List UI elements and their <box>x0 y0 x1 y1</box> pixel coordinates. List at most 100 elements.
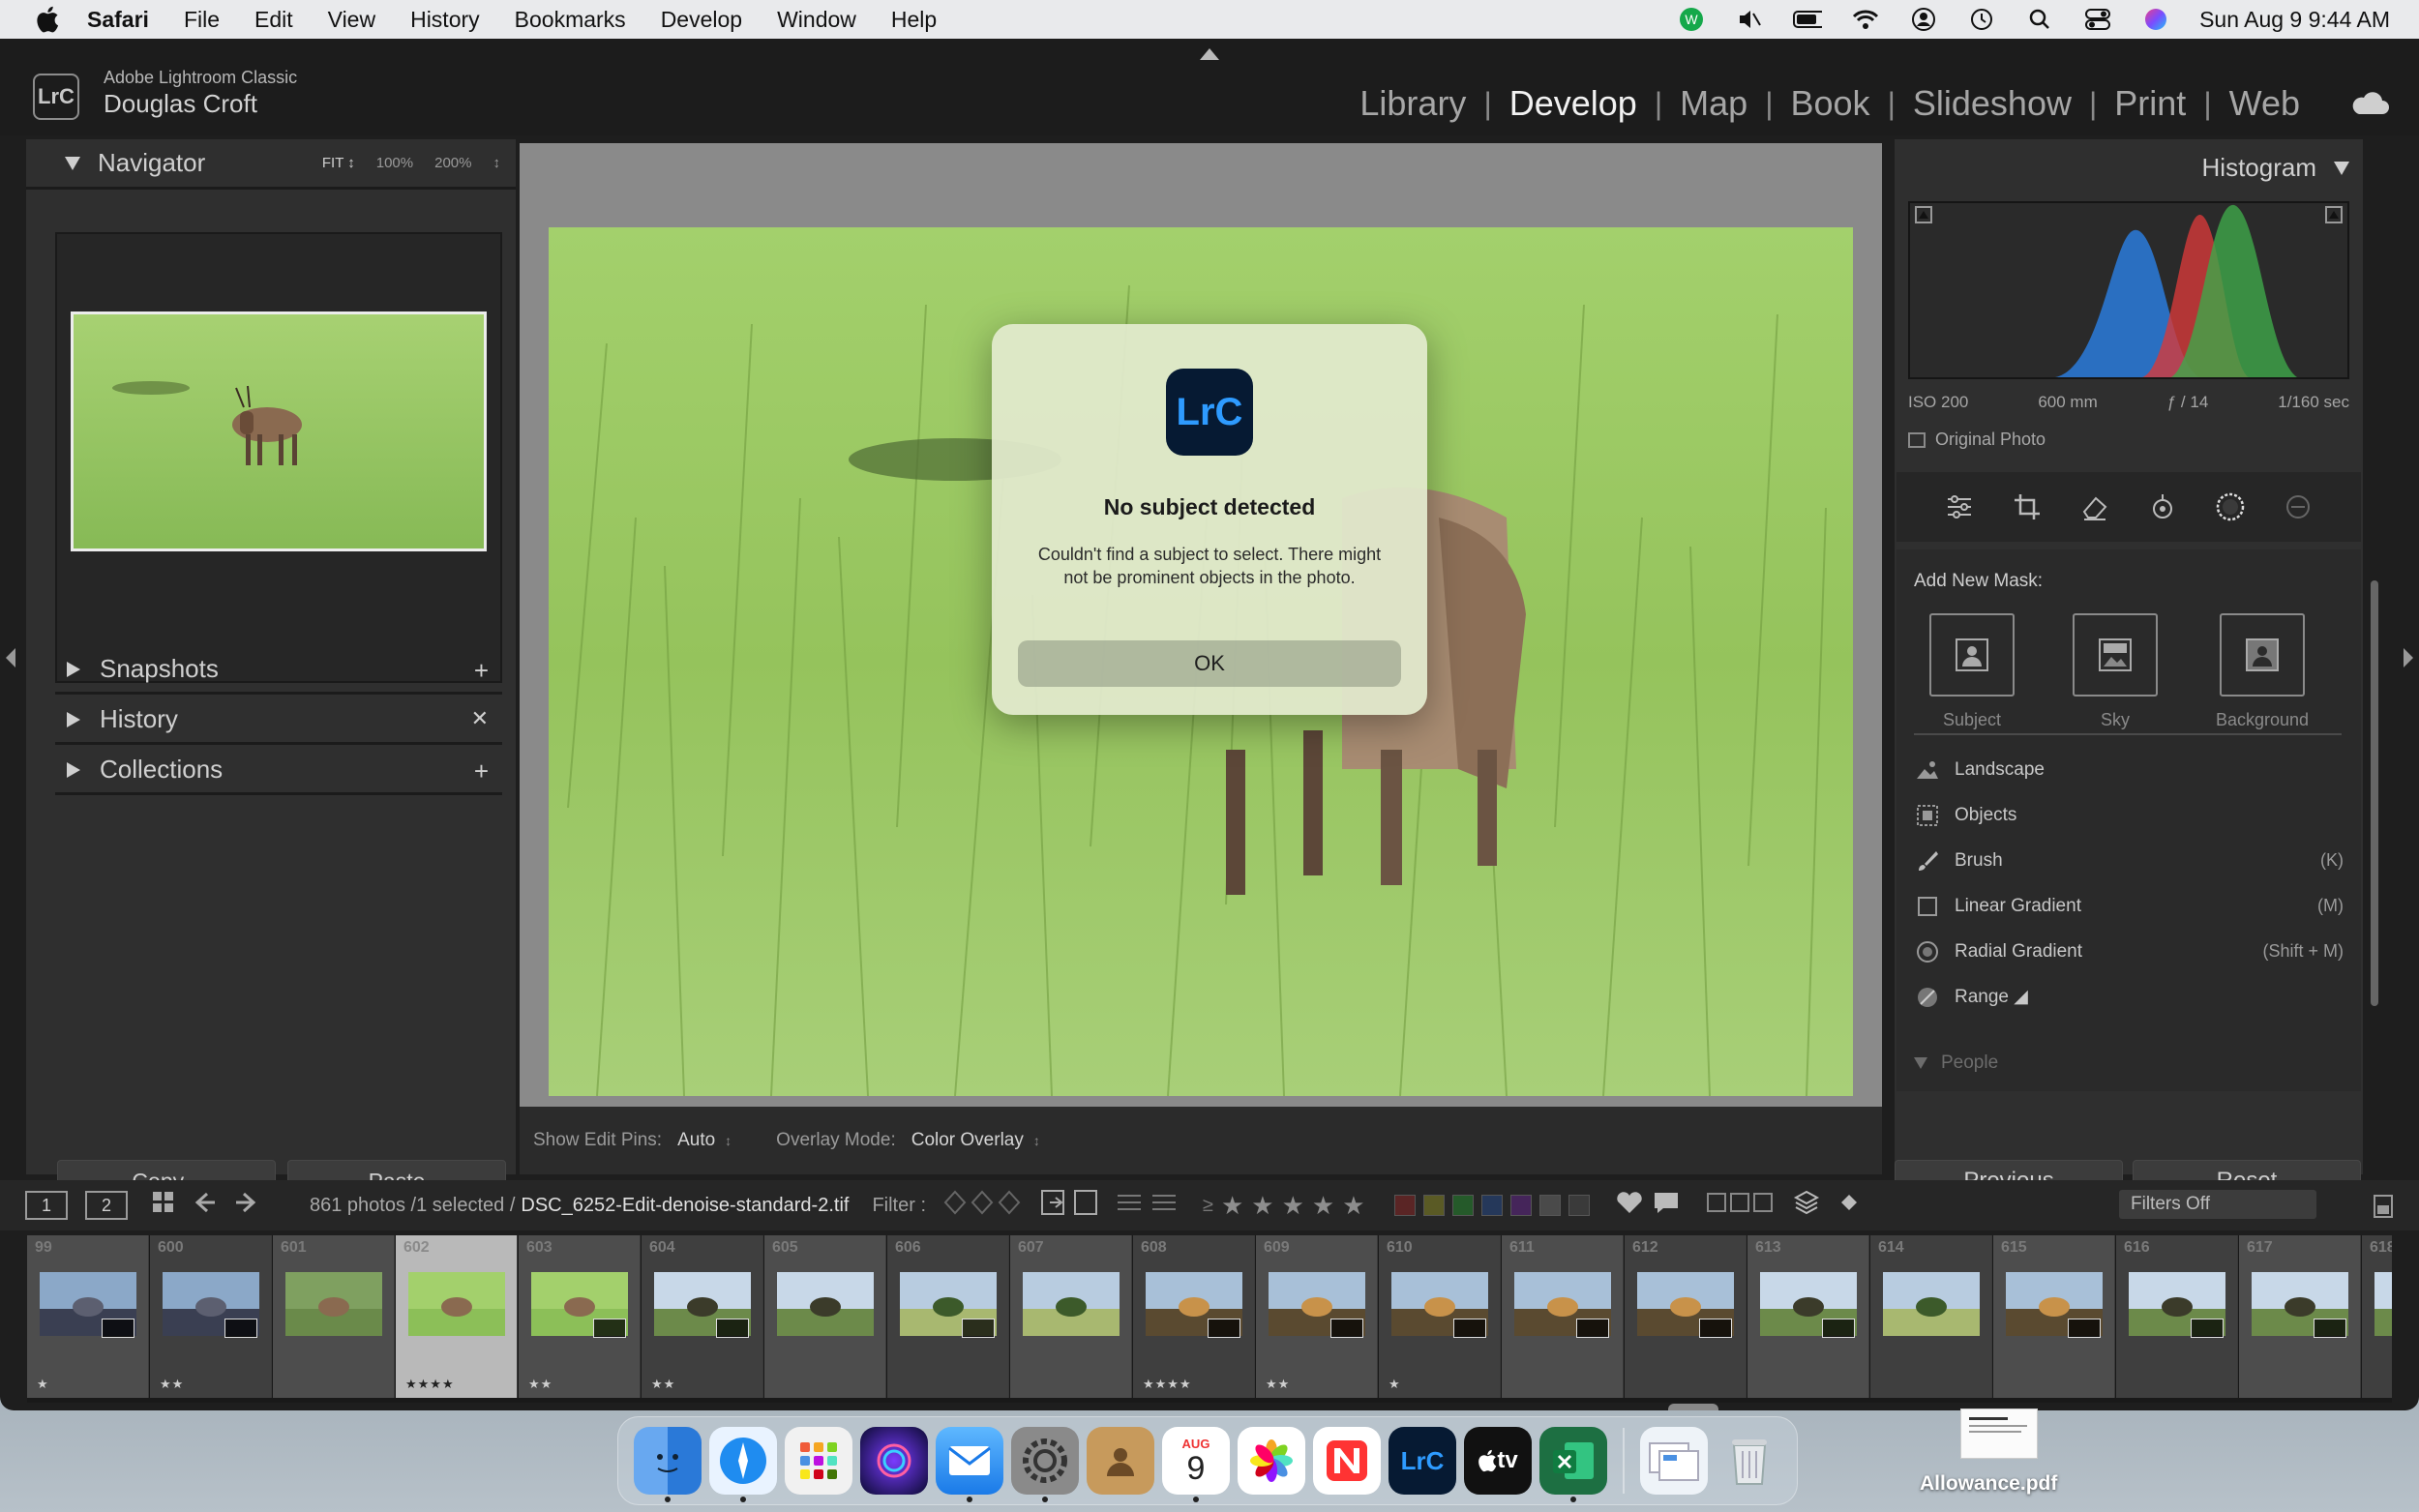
window-1-button[interactable]: 1 <box>25 1191 68 1220</box>
cloud-sync-icon[interactable] <box>2349 89 2390 116</box>
forward-arrow-icon[interactable] <box>234 1192 257 1219</box>
module-print[interactable]: Print <box>2097 83 2203 124</box>
news-icon[interactable] <box>1313 1427 1381 1495</box>
module-book[interactable]: Book <box>1774 83 1888 124</box>
filmstrip-thumbnail[interactable] <box>1883 1272 1980 1336</box>
color-label-filters[interactable] <box>1393 1195 1590 1216</box>
filmstrip-cell[interactable]: 606 <box>887 1235 1009 1398</box>
filmstrip-cell[interactable]: 612 <box>1625 1235 1747 1398</box>
current-filename[interactable]: DSC_6252-Edit-denoise-standard-2.tif <box>521 1195 849 1217</box>
menu-clock[interactable]: Sun Aug 9 9:44 AM <box>2199 7 2390 33</box>
rating-operator[interactable]: ≥ <box>1203 1195 1213 1217</box>
filmstrip-cell[interactable]: 603 ★★ <box>519 1235 641 1398</box>
mask-landscape[interactable]: Landscape <box>1914 747 2344 792</box>
people-section-header[interactable]: People <box>1914 1052 1998 1074</box>
apple-tv-icon[interactable]: tv <box>1464 1427 1532 1495</box>
edit-pins-select[interactable]: Auto <box>677 1130 715 1151</box>
downloads-stack-icon[interactable] <box>1640 1427 1708 1495</box>
filmstrip-cell[interactable]: 601 <box>273 1235 395 1398</box>
mask-radial-gradient[interactable]: Radial Gradient (Shift + M) <box>1914 929 2344 974</box>
finder-icon[interactable] <box>634 1427 702 1502</box>
eraser-icon[interactable] <box>2078 490 2111 523</box>
sky-icon[interactable] <box>2073 613 2158 697</box>
module-web[interactable]: Web <box>2212 83 2317 124</box>
time-machine-icon[interactable] <box>1967 5 1996 34</box>
menu-edit[interactable]: Edit <box>254 7 293 33</box>
diamond-icon[interactable] <box>1837 1191 1861 1220</box>
navigator-thumbnail[interactable] <box>71 311 487 551</box>
filmstrip-cell[interactable]: 602 ★★★★ <box>396 1235 518 1398</box>
rating-filter-stars[interactable]: ★★★★★ <box>1221 1191 1373 1221</box>
edit-sliders-icon[interactable] <box>1943 490 1976 523</box>
right-panel-toggle-icon[interactable] <box>2404 648 2413 667</box>
apple-icon[interactable] <box>33 5 62 34</box>
add-snapshot-icon[interactable]: + <box>474 656 489 686</box>
view-modes-icon[interactable] <box>1706 1190 1774 1221</box>
expand-triangle-icon[interactable] <box>67 711 80 727</box>
zoom-200[interactable]: 200% <box>434 155 471 171</box>
collapse-top-arrow-icon[interactable] <box>1200 48 1219 60</box>
trash-icon[interactable] <box>1716 1427 1783 1495</box>
filmstrip-cell[interactable]: 618 <box>2362 1235 2392 1398</box>
filmstrip-cell[interactable]: 611 <box>1502 1235 1624 1398</box>
filters-off-select[interactable]: Filters Off <box>2119 1190 2316 1219</box>
window-2-button[interactable]: 2 <box>85 1191 128 1220</box>
filmstrip-thumbnail[interactable] <box>1023 1272 1120 1336</box>
background-icon[interactable] <box>2220 613 2306 697</box>
history-panel-header[interactable]: History ✕ <box>55 697 502 745</box>
metadata-filter-icon[interactable] <box>1114 1190 1181 1221</box>
histogram-header[interactable]: Histogram <box>2202 153 2349 183</box>
crop-icon[interactable] <box>2011 490 2044 523</box>
filmstrip-cell[interactable]: 616 <box>2116 1235 2238 1398</box>
desktop-file-label[interactable]: Allowance.pdf <box>1920 1472 2057 1496</box>
overlay-mode-select[interactable]: Color Overlay <box>911 1130 1024 1151</box>
menu-develop[interactable]: Develop <box>661 7 742 33</box>
filmstrip-cell[interactable]: 608 ★★★★ <box>1133 1235 1255 1398</box>
mask-sky-button[interactable]: Sky <box>2073 613 2158 730</box>
excel-icon[interactable] <box>1539 1427 1607 1502</box>
calendar-icon[interactable]: AUG 9 <box>1162 1427 1230 1502</box>
zoom-more-icon[interactable]: ↕ <box>493 155 501 171</box>
filmstrip-cell[interactable]: 615 <box>1993 1235 2115 1398</box>
subject-icon[interactable] <box>1929 613 2015 697</box>
zoom-fit[interactable]: FIT ↕ <box>322 155 355 171</box>
filmstrip-cell[interactable]: 609 ★★ <box>1256 1235 1378 1398</box>
filmstrip-cell[interactable]: 614 <box>1870 1235 1992 1398</box>
module-slideshow[interactable]: Slideshow <box>1896 83 2089 124</box>
mute-icon[interactable] <box>1735 5 1764 34</box>
grid-view-icon[interactable] <box>151 1190 176 1221</box>
menu-view[interactable]: View <box>328 7 375 33</box>
filmstrip-thumbnail[interactable] <box>777 1272 874 1336</box>
siri-dock-icon[interactable] <box>860 1427 928 1495</box>
filmstrip-cell[interactable]: 99 ★ <box>27 1235 149 1398</box>
histogram[interactable] <box>1908 201 2349 379</box>
filmstrip-thumbnail[interactable] <box>285 1272 382 1336</box>
filmstrip-cell[interactable]: 605 <box>764 1235 886 1398</box>
left-panel-toggle-icon[interactable] <box>6 648 15 667</box>
mask-linear-gradient[interactable]: Linear Gradient (M) <box>1914 883 2344 929</box>
mask-background-button[interactable]: Background <box>2216 613 2309 730</box>
zoom-100[interactable]: 100% <box>376 155 413 171</box>
mask-range[interactable]: Range ◢ <box>1914 974 2344 1020</box>
grammarly-icon[interactable]: W <box>1677 5 1706 34</box>
red-eye-icon[interactable] <box>2146 490 2179 523</box>
safari-icon[interactable] <box>709 1427 777 1502</box>
menu-window[interactable]: Window <box>777 7 856 33</box>
masking-icon[interactable] <box>2214 490 2247 523</box>
desktop-pdf-thumbnail[interactable] <box>1960 1408 2038 1459</box>
mask-brush[interactable]: Brush (K) <box>1914 838 2344 883</box>
control-center-icon[interactable] <box>2083 5 2112 34</box>
collapse-triangle-icon[interactable] <box>1914 1057 1927 1069</box>
clear-history-icon[interactable]: ✕ <box>471 706 489 731</box>
comment-icon[interactable] <box>1652 1190 1681 1221</box>
filmstrip-scrollbar[interactable] <box>1668 1404 1718 1410</box>
filmstrip-cell[interactable]: 607 <box>1010 1235 1132 1398</box>
add-collection-icon[interactable]: + <box>474 756 489 786</box>
mask-subject-button[interactable]: Subject <box>1929 613 2015 730</box>
photos-icon[interactable] <box>1238 1427 1305 1495</box>
filmstrip-cell[interactable]: 617 <box>2239 1235 2361 1398</box>
ok-button[interactable]: OK <box>1018 640 1401 687</box>
expand-triangle-icon[interactable] <box>67 661 80 677</box>
favorite-icon[interactable] <box>1615 1190 1644 1221</box>
mask-objects[interactable]: Objects <box>1914 792 2344 838</box>
